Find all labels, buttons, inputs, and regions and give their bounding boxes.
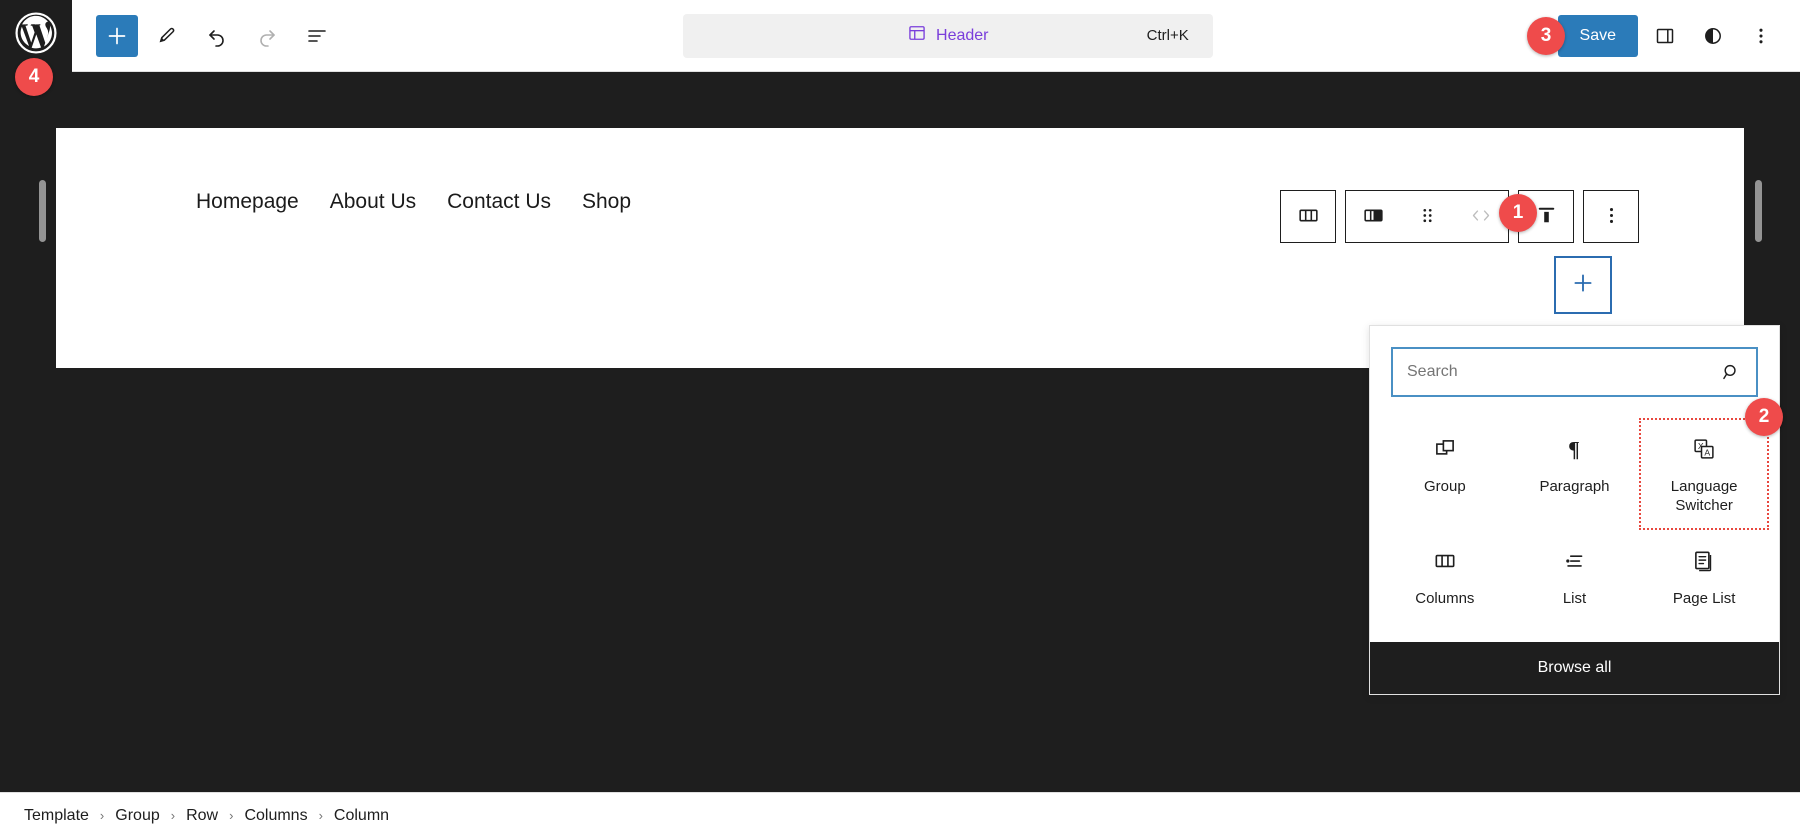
- breadcrumb-item-columns[interactable]: Columns: [244, 807, 307, 825]
- sidebar-panel-icon: [1653, 24, 1677, 48]
- svg-text:A: A: [1705, 448, 1711, 458]
- document-bar-region: Header Ctrl+K: [338, 13, 1558, 58]
- template-part-icon: [907, 23, 927, 48]
- document-bar[interactable]: Header Ctrl+K: [682, 13, 1213, 58]
- breadcrumb-item-template[interactable]: Template: [24, 807, 89, 825]
- top-bar-tools: [72, 14, 338, 57]
- breadcrumb-item-group[interactable]: Group: [115, 807, 159, 825]
- undo-arrow-icon: [205, 24, 229, 48]
- block-toolbar: [1280, 190, 1639, 243]
- breadcrumb-item-row[interactable]: Row: [186, 807, 218, 825]
- drag-dots-icon: [1415, 203, 1440, 231]
- three-dots-vertical-icon: [1599, 203, 1624, 231]
- nav-item-about-us[interactable]: About Us: [330, 190, 416, 214]
- group-blocks-icon: [1432, 434, 1458, 464]
- document-title: Header: [936, 26, 989, 44]
- undo-button[interactable]: [196, 15, 238, 57]
- step-badge-2: 2: [1745, 398, 1783, 436]
- top-bar-actions: Save: [1557, 14, 1800, 57]
- edit-tool-button[interactable]: [146, 15, 188, 57]
- options-menu-button[interactable]: [1740, 15, 1782, 57]
- block-label: List: [1562, 589, 1587, 607]
- pencil-icon: [155, 24, 179, 48]
- redo-button[interactable]: [246, 15, 288, 57]
- block-label: Group: [1423, 478, 1466, 495]
- column-block-icon: [1361, 203, 1386, 231]
- block-inserter-popover: Group ¶ Paragraph X: [1369, 325, 1780, 696]
- block-paragraph[interactable]: ¶ Paragraph: [1510, 418, 1640, 530]
- wordpress-site-editor: Header Ctrl+K Save Homepage About Us Con…: [0, 0, 1800, 838]
- block-columns[interactable]: Columns: [1380, 530, 1510, 623]
- translate-icon: X A: [1691, 434, 1717, 464]
- svg-text:¶: ¶: [1569, 438, 1581, 462]
- block-language-switcher[interactable]: X A Language Switcher: [1639, 418, 1769, 530]
- parent-block-group: [1280, 190, 1336, 243]
- bulleted-list-icon: [1561, 546, 1587, 576]
- align-top-icon: [1534, 203, 1559, 231]
- step-badge-1: 1: [1499, 194, 1537, 232]
- search-magnifier-icon: [1720, 361, 1756, 383]
- breadcrumb-separator: ›: [170, 808, 176, 823]
- settings-sidebar-button[interactable]: [1644, 15, 1686, 57]
- search-field-wrapper[interactable]: [1391, 347, 1758, 397]
- right-resize-handle[interactable]: [1755, 180, 1762, 242]
- list-view-icon: [305, 24, 329, 48]
- columns-icon: [1296, 203, 1321, 231]
- three-dots-vertical-icon: [1749, 24, 1773, 48]
- nav-item-shop[interactable]: Shop: [582, 190, 631, 214]
- styles-button[interactable]: [1692, 15, 1734, 57]
- nav-item-contact-us[interactable]: Contact Us: [447, 190, 551, 214]
- editor-canvas: Homepage About Us Contact Us Shop Search…: [0, 72, 1800, 766]
- block-options-button[interactable]: [1584, 191, 1638, 242]
- block-controls-group: [1345, 190, 1509, 243]
- breadcrumb-separator: ›: [229, 808, 234, 823]
- inserter-block-grid: Group ¶ Paragraph X A Language Switcher …: [1370, 409, 1779, 642]
- wordpress-logo-icon: [14, 11, 58, 60]
- page-list-icon: [1691, 546, 1717, 576]
- plus-icon: [105, 24, 129, 48]
- breadcrumb-item-column[interactable]: Column: [334, 807, 389, 825]
- columns-icon: [1432, 546, 1458, 576]
- block-label: Paragraph: [1539, 478, 1610, 495]
- block-list[interactable]: List: [1510, 530, 1640, 623]
- breadcrumb-separator: ›: [99, 808, 105, 823]
- breadcrumb-separator: ›: [318, 808, 323, 823]
- document-shortcut: Ctrl+K: [1146, 27, 1189, 44]
- redo-arrow-icon: [255, 24, 279, 48]
- save-button[interactable]: Save: [1557, 14, 1638, 57]
- step-badge-3: 3: [1527, 17, 1565, 55]
- list-view-button[interactable]: [296, 15, 338, 57]
- step-badge-4: 4: [15, 58, 53, 96]
- block-label: Columns: [1415, 589, 1475, 607]
- search-input[interactable]: [1393, 363, 1720, 381]
- left-resize-handle[interactable]: [39, 180, 46, 242]
- block-page-list[interactable]: Page List: [1639, 530, 1769, 623]
- select-parent-columns-button[interactable]: [1281, 191, 1335, 242]
- browse-all-button[interactable]: Browse all: [1370, 642, 1779, 695]
- drag-handle-button[interactable]: [1400, 191, 1454, 242]
- block-label: Page List: [1672, 589, 1736, 607]
- inserter-search-region: [1370, 326, 1779, 409]
- change-block-type-button[interactable]: [1346, 191, 1400, 242]
- block-group[interactable]: Group: [1380, 418, 1510, 530]
- block-label: Language Switcher: [1670, 478, 1738, 514]
- pilcrow-paragraph-icon: ¶: [1561, 434, 1587, 464]
- inline-add-block-button[interactable]: [1554, 256, 1612, 314]
- chevron-left-right-icon: [1466, 203, 1496, 231]
- breadcrumb: Template › Group › Row › Columns › Colum…: [0, 792, 1800, 838]
- add-block-button[interactable]: [96, 14, 138, 57]
- nav-item-homepage[interactable]: Homepage: [196, 190, 299, 214]
- plus-icon: [1570, 270, 1596, 301]
- navigation-block[interactable]: Homepage About Us Contact Us Shop: [196, 190, 631, 214]
- more-options-group: [1583, 190, 1639, 243]
- half-circle-contrast-icon: [1701, 24, 1725, 48]
